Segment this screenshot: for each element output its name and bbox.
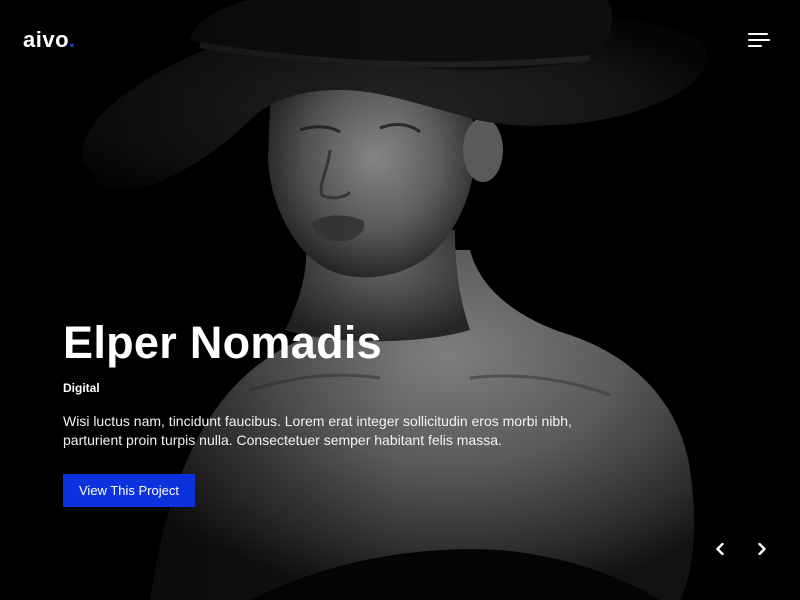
hero-slider: aivo. Elper Nomadis Digital Wisi luctus … — [0, 0, 800, 600]
hero-portrait-image — [0, 0, 800, 600]
logo-dot: . — [69, 27, 76, 52]
slider-navigation — [712, 541, 770, 557]
view-project-button[interactable]: View This Project — [63, 474, 195, 507]
project-description: Wisi luctus nam, tincidunt faucibus. Lor… — [63, 413, 572, 448]
site-logo[interactable]: aivo. — [23, 27, 76, 53]
chevron-right-icon[interactable] — [754, 541, 770, 557]
hero-content: Elper Nomadis Digital Wisi luctus nam, t… — [63, 316, 623, 507]
logo-text: aivo — [23, 27, 70, 52]
chevron-left-icon[interactable] — [712, 541, 728, 557]
hamburger-menu-icon[interactable] — [748, 33, 770, 49]
project-category: Digital — [63, 381, 100, 395]
project-title: Elper Nomadis — [63, 317, 382, 368]
